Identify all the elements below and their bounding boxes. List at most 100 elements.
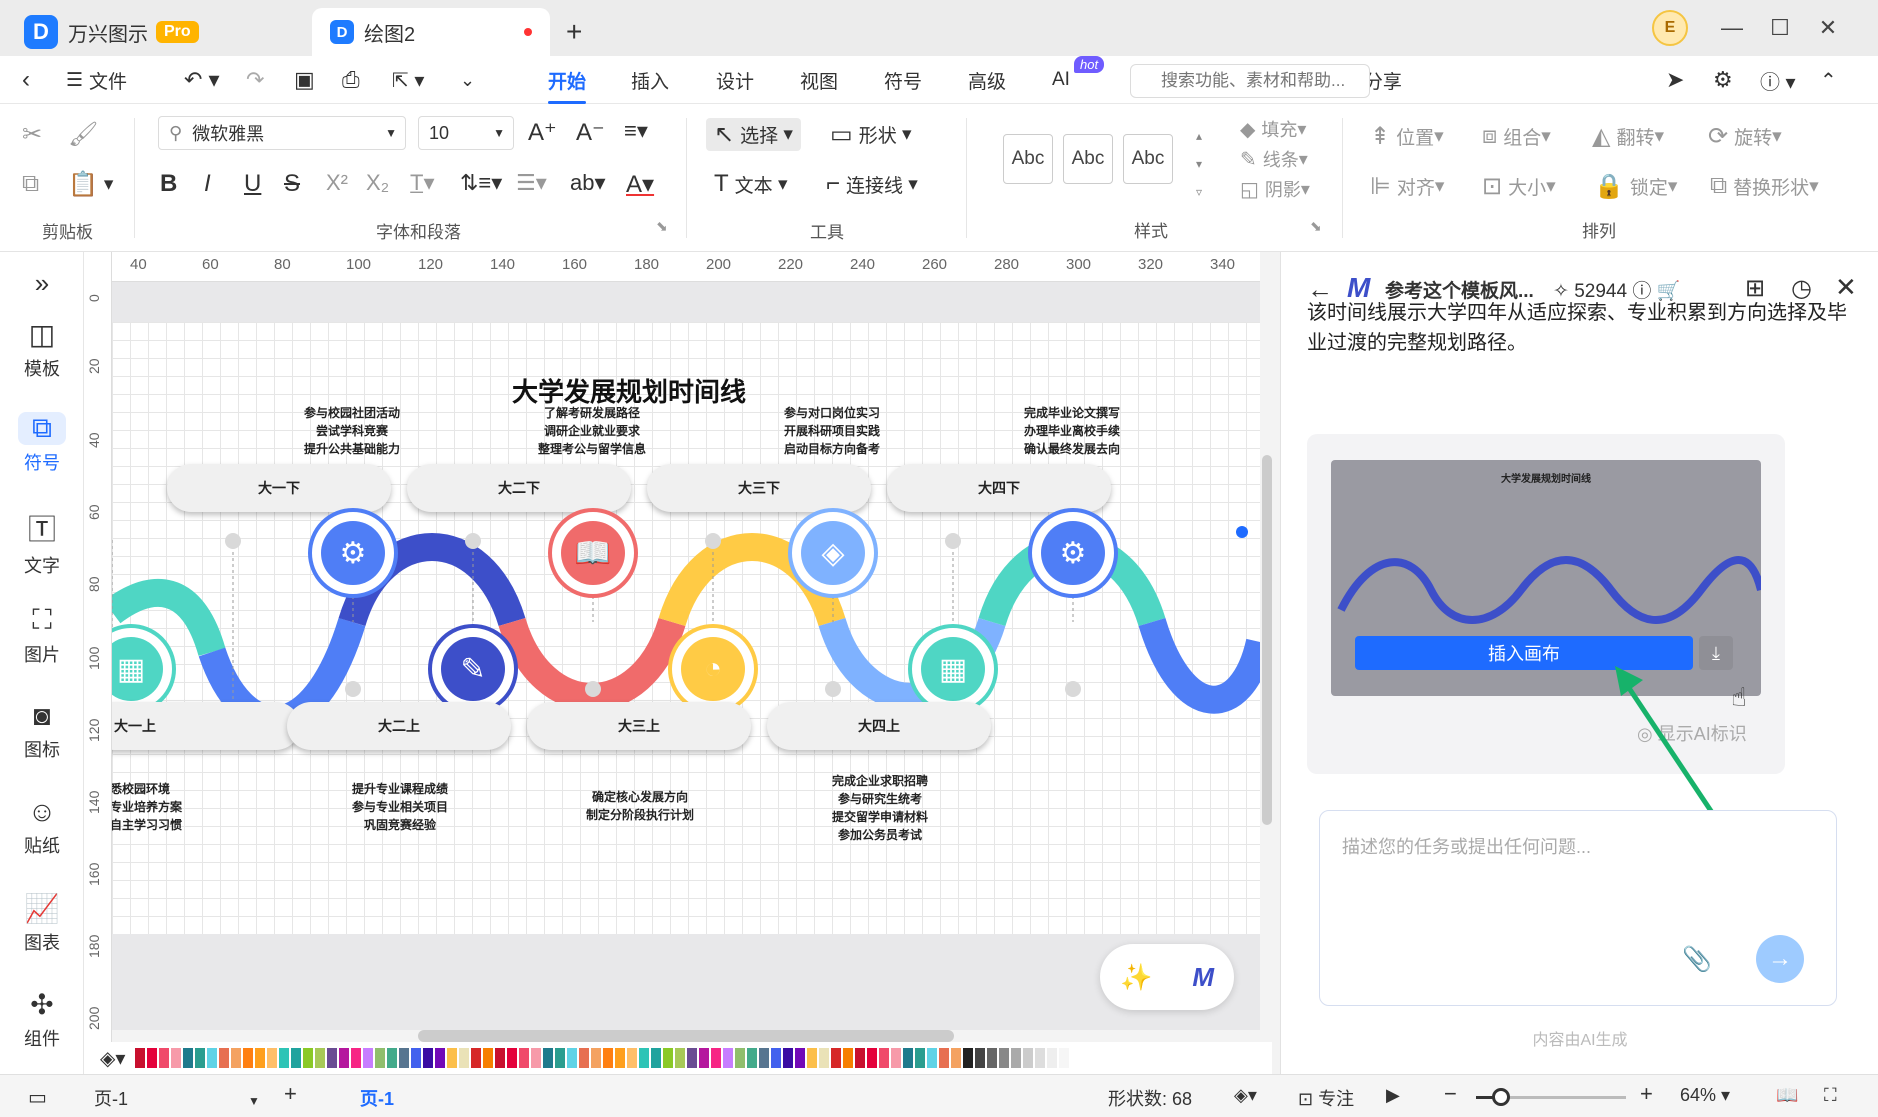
color-swatch[interactable] <box>507 1048 518 1068</box>
copy-icon[interactable]: ⧉ <box>22 170 45 198</box>
note-junior-spring[interactable]: 参与对口岗位实习 开展科研项目实践 启动目标方向备考 <box>732 404 932 458</box>
color-swatch[interactable] <box>351 1048 362 1068</box>
app-home-tab[interactable]: D 万兴图示 Pro <box>24 8 304 56</box>
color-swatch[interactable] <box>759 1048 770 1068</box>
tab-design[interactable]: 设计 <box>716 66 754 94</box>
rotate-button[interactable]: ⟳ 旋转 ▾ <box>1708 122 1782 151</box>
color-swatch[interactable] <box>171 1048 182 1068</box>
color-swatch[interactable] <box>627 1048 638 1068</box>
color-swatch[interactable] <box>543 1048 554 1068</box>
fill-button[interactable]: ◆ 填充 ▾ <box>1240 116 1306 142</box>
color-swatch[interactable] <box>555 1048 566 1068</box>
color-swatch[interactable] <box>1047 1048 1058 1068</box>
export-quick-icon[interactable]: ⇱ ▾ <box>392 66 424 94</box>
size-button[interactable]: ⊡ 大小 ▾ <box>1482 172 1556 201</box>
note-senior-spring[interactable]: 完成毕业论文撰写 办理毕业离校手续 确认最终发展去向 <box>972 404 1172 458</box>
sidebar-item-component[interactable]: ✣ 组件 <box>0 988 84 1051</box>
color-swatch[interactable] <box>303 1048 314 1068</box>
color-swatch[interactable] <box>795 1048 806 1068</box>
milestone-icon-1[interactable]: ⚙ <box>308 508 398 598</box>
color-swatch[interactable] <box>327 1048 338 1068</box>
search-input[interactable] <box>1130 64 1370 98</box>
color-swatch[interactable] <box>1059 1048 1070 1068</box>
send-message-button[interactable]: → <box>1756 935 1804 983</box>
user-avatar[interactable]: E <box>1652 10 1688 46</box>
select-tool[interactable]: ↖ 选择 ▾ <box>706 118 801 151</box>
color-swatch[interactable] <box>1023 1048 1034 1068</box>
maximize-icon[interactable]: ☐ <box>1760 10 1800 46</box>
shape-tool[interactable]: ▭ 形状 ▾ <box>830 120 912 149</box>
color-swatch[interactable] <box>1011 1048 1022 1068</box>
more-dropdown-icon[interactable]: ⌄ <box>460 66 475 94</box>
attachment-icon[interactable]: 📎 <box>1682 945 1712 974</box>
font-shrink-icon[interactable]: A⁻ <box>576 118 605 147</box>
flip-button[interactable]: ◭ 翻转 ▾ <box>1592 122 1664 151</box>
color-swatch[interactable] <box>579 1048 590 1068</box>
tab-view[interactable]: 视图 <box>800 66 838 94</box>
replace-shape-button[interactable]: ⧉ 替换形状 ▾ <box>1710 172 1819 200</box>
color-swatch[interactable] <box>279 1048 290 1068</box>
color-swatch[interactable] <box>675 1048 686 1068</box>
color-swatch[interactable] <box>819 1048 830 1068</box>
vertical-scrollbar[interactable] <box>1262 455 1272 825</box>
ai-logo-icon[interactable]: M <box>1192 962 1214 993</box>
color-swatch[interactable] <box>891 1048 902 1068</box>
milestone-icon-2[interactable]: ✎ <box>428 624 518 714</box>
subscript-icon[interactable]: X₂ <box>366 170 389 196</box>
page-list-icon[interactable]: ▭ <box>28 1085 47 1110</box>
pill-freshman-spring[interactable]: 大一下 <box>167 464 391 512</box>
color-swatch[interactable] <box>183 1048 194 1068</box>
style-dialog-launcher-icon[interactable]: ⬊ <box>1310 218 1322 235</box>
italic-icon[interactable]: I <box>204 170 211 198</box>
color-swatch[interactable] <box>735 1048 746 1068</box>
color-swatch[interactable] <box>987 1048 998 1068</box>
color-swatch[interactable] <box>963 1048 974 1068</box>
color-swatch[interactable] <box>663 1048 674 1068</box>
color-swatch[interactable] <box>807 1048 818 1068</box>
pill-sophomore-spring[interactable]: 大二下 <box>407 464 631 512</box>
diagram-page[interactable]: 大学发展规划时间线 参与校园社团活动 尝试学科竞赛 提升公共基础能力 了解考研发… <box>112 322 1260 934</box>
color-swatch[interactable] <box>147 1048 158 1068</box>
color-swatch[interactable] <box>375 1048 386 1068</box>
color-swatch[interactable] <box>1035 1048 1046 1068</box>
milestone-icon-4[interactable]: ◔ <box>668 624 758 714</box>
drawing-canvas[interactable]: 大学发展规划时间线 参与校园社团活动 尝试学科竞赛 提升公共基础能力 了解考研发… <box>112 282 1260 1030</box>
line-button[interactable]: ✎ 线条 ▾ <box>1240 146 1308 172</box>
color-swatch[interactable] <box>471 1048 482 1068</box>
group-button[interactable]: ⧈ 组合 ▾ <box>1482 122 1551 150</box>
color-swatch[interactable] <box>591 1048 602 1068</box>
line-spacing-icon[interactable]: ⇅≡▾ <box>460 170 502 196</box>
milestone-icon-6[interactable]: ▦ <box>908 624 998 714</box>
style-preset-2[interactable]: Abc <box>1063 134 1113 184</box>
color-swatch[interactable] <box>615 1048 626 1068</box>
pill-junior-fall[interactable]: 大三上 <box>527 702 751 750</box>
color-swatch[interactable] <box>483 1048 494 1068</box>
note-freshman-spring[interactable]: 参与校园社团活动 尝试学科竞赛 提升公共基础能力 <box>252 404 452 458</box>
color-swatch[interactable] <box>423 1048 434 1068</box>
zoom-slider-thumb[interactable] <box>1492 1088 1510 1106</box>
position-button[interactable]: ⇞ 位置 ▾ <box>1370 122 1444 151</box>
color-swatch[interactable] <box>267 1048 278 1068</box>
tab-insert[interactable]: 插入 <box>631 66 669 94</box>
sidebar-item-text[interactable]: 🅃 文字 <box>0 508 84 578</box>
milestone-icon-5[interactable]: ◈ <box>788 508 878 598</box>
document-tab[interactable]: D 绘图2 <box>312 8 550 56</box>
color-swatch[interactable] <box>831 1048 842 1068</box>
horizontal-scrollbar[interactable] <box>418 1030 954 1042</box>
settings-gear-icon[interactable]: ⚙ <box>1713 66 1733 94</box>
color-swatch[interactable] <box>603 1048 614 1068</box>
tab-advanced[interactable]: 高级 <box>968 66 1006 94</box>
color-swatch[interactable] <box>531 1048 542 1068</box>
selection-handle[interactable] <box>1236 526 1248 538</box>
color-swatch[interactable] <box>843 1048 854 1068</box>
font-size-select[interactable]: 10 ▼ <box>418 116 514 150</box>
note-senior-fall[interactable]: 完成企业求职招聘 参与研究生统考 提交留学申请材料 参加公务员考试 <box>780 772 980 844</box>
pill-freshman-fall[interactable]: 大一上 <box>112 702 300 750</box>
color-swatch[interactable] <box>519 1048 530 1068</box>
play-icon[interactable]: ▶ <box>1386 1085 1400 1106</box>
expand-sidebar-icon[interactable]: » <box>0 268 84 299</box>
color-swatch[interactable] <box>639 1048 650 1068</box>
help-icon[interactable]: ⓘ ▾ <box>1760 66 1796 94</box>
redo-icon[interactable]: ↷ <box>246 66 264 94</box>
color-swatch[interactable] <box>951 1048 962 1068</box>
